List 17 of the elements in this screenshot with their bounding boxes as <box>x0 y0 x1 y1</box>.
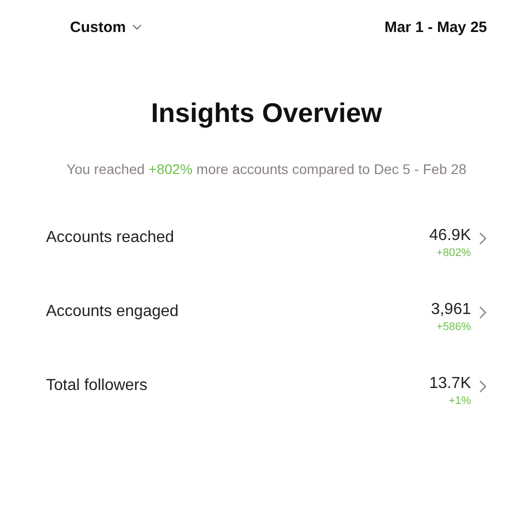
chevron-icon[interactable] <box>479 306 487 319</box>
metric-label: Accounts reached <box>46 229 174 247</box>
metric-value: 3,961 <box>430 301 471 319</box>
page-title: Insights Overview <box>150 98 384 129</box>
metric-label: Total followers <box>46 377 148 395</box>
metric-label: Accounts engaged <box>46 303 179 321</box>
chevron-icon[interactable] <box>479 232 487 245</box>
metric-change: +1% <box>448 395 471 407</box>
date-range: Mar 1 - May 25 <box>384 18 487 36</box>
caret-icon <box>132 24 142 30</box>
metric-value: 13.7K <box>429 375 471 393</box>
metric-change: +802% <box>436 247 471 259</box>
chevron-icon[interactable] <box>479 380 487 393</box>
metric-value: 46.9K <box>429 227 471 245</box>
range-picker[interactable]: Custom <box>70 18 142 36</box>
metric-change: +586% <box>436 321 471 333</box>
summary-text: You reached +802% more accounts compared to Dec 5 - Feb 28 <box>66 160 466 179</box>
